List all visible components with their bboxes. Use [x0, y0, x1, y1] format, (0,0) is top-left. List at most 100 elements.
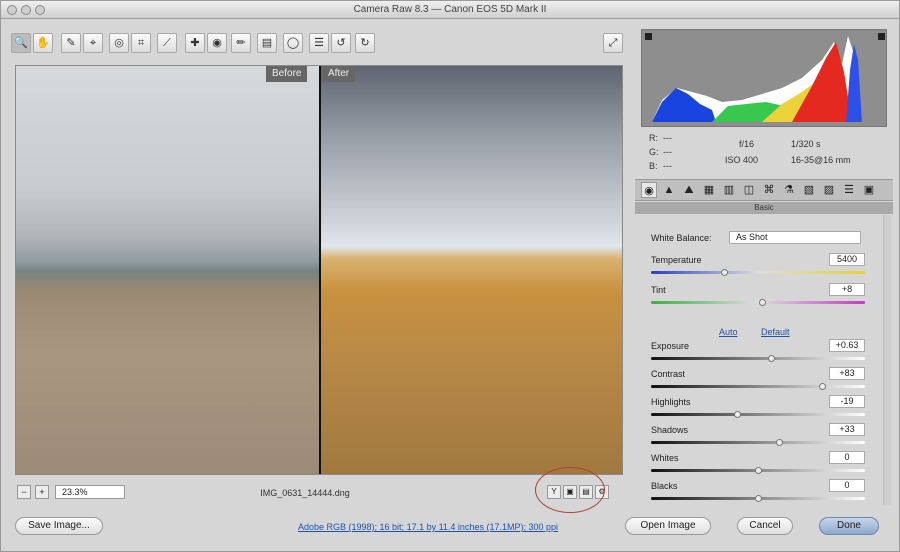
radial-filter-tool[interactable]: ◯ — [283, 33, 303, 53]
b-value: --- — [663, 161, 672, 171]
panel-title: Basic — [635, 202, 893, 214]
exposure-label: Exposure — [651, 341, 690, 351]
histogram-graph — [645, 33, 885, 122]
panel-tab-3[interactable]: ⛰ — [681, 182, 697, 198]
image-preview[interactable]: Before After — [15, 65, 623, 475]
shadows-value-field[interactable]: +33 — [829, 423, 865, 436]
b-label: B: — [649, 161, 658, 171]
open-image-button[interactable]: Open Image — [625, 517, 711, 535]
before-label: Before — [266, 66, 308, 82]
after-label: After — [322, 66, 356, 82]
preferences-tool[interactable]: ☰ — [309, 33, 329, 53]
panel-tab-7[interactable]: ⌘ — [761, 182, 777, 198]
highlights-slider-thumb[interactable] — [733, 411, 741, 418]
default-link[interactable]: Default — [761, 327, 790, 337]
shadows-label: Shadows — [651, 425, 689, 435]
cancel-button[interactable]: Cancel — [737, 517, 793, 535]
workflow-options-link[interactable]: Adobe RGB (1998); 16 bit; 17.1 by 11.4 i… — [263, 522, 593, 532]
basic-panel: White Balance: As Shot Auto Default Temp… — [641, 219, 885, 505]
rotate-cw-tool[interactable]: ↻ — [355, 33, 375, 53]
exposure-slider-thumb[interactable] — [767, 355, 775, 362]
shutter-speed: 1/320 s — [791, 139, 821, 149]
iso: ISO 400 — [725, 155, 759, 165]
shadows-slider-track[interactable] — [651, 441, 865, 444]
hand-tool[interactable]: ✋ — [33, 33, 53, 53]
temperature-label: Temperature — [651, 255, 702, 265]
panel-tab-8[interactable]: ⚗ — [781, 182, 797, 198]
file-name: IMG_0631_14444.dng — [260, 488, 350, 498]
panel-tabs: ◉ ▲ ⛰ ▦ ▥ ◫ ⌘ ⚗ ▧ ▨ ☰ ▣ — [635, 179, 893, 201]
auto-link[interactable]: Auto — [719, 327, 738, 337]
highlights-slider-track[interactable] — [651, 413, 865, 416]
zoom-level-select[interactable]: 23.3% — [55, 485, 125, 499]
blacks-value-field[interactable]: 0 — [829, 479, 865, 492]
exif-info: R: --- G: --- B: --- f/16 1/320 s ISO 40… — [641, 129, 887, 175]
white-balance-tool[interactable]: ✎ — [61, 33, 81, 53]
title-bar: Camera Raw 8.3 — Canon EOS 5D Mark II — [1, 1, 899, 19]
blacks-slider-thumb[interactable] — [755, 495, 762, 502]
zoom-out-button[interactable]: − — [17, 485, 31, 499]
spot-removal-tool[interactable]: ✚ — [185, 33, 205, 53]
panel-tab-11[interactable]: ☰ — [841, 182, 857, 198]
before-image — [16, 66, 319, 474]
straighten-tool[interactable]: ⟋ — [157, 33, 177, 53]
crop-tool[interactable]: ⌗ — [131, 33, 151, 53]
contrast-slider-track[interactable] — [651, 385, 865, 388]
exposure-value-field[interactable]: +0.63 — [829, 339, 865, 352]
histogram — [641, 29, 887, 127]
temperature-value-field[interactable]: 5400 — [829, 253, 865, 266]
panel-tab-12[interactable]: ▣ — [861, 182, 877, 198]
tint-slider-track[interactable] — [651, 301, 865, 304]
red-eye-tool[interactable]: ◉ — [207, 33, 227, 53]
panel-tab-6[interactable]: ◫ — [741, 182, 757, 198]
panel-scrollbar[interactable] — [883, 215, 891, 505]
whites-value-field[interactable]: 0 — [829, 451, 865, 464]
whites-slider-thumb[interactable] — [755, 467, 762, 474]
graduated-filter-tool[interactable]: ▤ — [257, 33, 277, 53]
tool-bar: 🔍 ✋ ✎ ⌖ ◎ ⌗ ⟋ ✚ ◉ ✏ ▤ ◯ ☰ ↺ ↻ — [11, 33, 627, 55]
before-after-divider — [319, 66, 321, 474]
temperature-slider-thumb[interactable] — [720, 269, 728, 276]
highlight-circle — [535, 467, 605, 513]
after-image — [321, 66, 622, 474]
rotate-ccw-tool[interactable]: ↺ — [331, 33, 351, 53]
adjustment-brush-tool[interactable]: ✏ — [231, 33, 251, 53]
r-value: --- — [663, 133, 672, 143]
shadow-clipping-warning-icon[interactable] — [645, 33, 652, 40]
fullscreen-button[interactable]: ⤢ — [603, 33, 623, 53]
panel-tab-2[interactable]: ▲ — [661, 182, 677, 198]
temperature-slider-track[interactable] — [651, 271, 865, 274]
contrast-value-field[interactable]: +83 — [829, 367, 865, 380]
aperture: f/16 — [739, 139, 755, 149]
tint-value-field[interactable]: +8 — [829, 283, 865, 296]
panel-tab-10[interactable]: ▨ — [821, 182, 837, 198]
panel-tab-1[interactable]: ◉ — [641, 182, 657, 198]
white-balance-label: White Balance: — [651, 233, 712, 243]
done-button[interactable]: Done — [819, 517, 879, 535]
shadows-slider-thumb[interactable] — [776, 439, 784, 446]
panel-tab-5[interactable]: ▥ — [721, 182, 737, 198]
g-value: --- — [663, 147, 672, 157]
highlights-label: Highlights — [651, 397, 691, 407]
panel-tab-4[interactable]: ▦ — [701, 182, 717, 198]
color-sampler-tool[interactable]: ⌖ — [83, 33, 103, 53]
exposure-slider-track[interactable] — [651, 357, 865, 360]
targeted-adjustment-tool[interactable]: ◎ — [109, 33, 129, 53]
highlights-value-field[interactable]: -19 — [829, 395, 865, 408]
camera-raw-window: Camera Raw 8.3 — Canon EOS 5D Mark II 🔍 ✋… — [0, 0, 900, 552]
white-balance-select[interactable]: As Shot — [729, 231, 861, 244]
contrast-slider-thumb[interactable] — [819, 383, 827, 390]
save-image-button[interactable]: Save Image... — [15, 517, 103, 535]
zoom-tool[interactable]: 🔍 — [11, 33, 31, 53]
tint-slider-thumb[interactable] — [759, 299, 767, 306]
panel-tab-9[interactable]: ▧ — [801, 182, 817, 198]
zoom-in-button[interactable]: + — [35, 485, 49, 499]
window-title: Camera Raw 8.3 — Canon EOS 5D Mark II — [353, 4, 547, 15]
bottom-bar: Save Image... Adobe RGB (1998); 16 bit; … — [1, 509, 899, 551]
highlight-clipping-warning-icon[interactable] — [878, 33, 885, 40]
blacks-label: Blacks — [651, 481, 678, 491]
whites-label: Whites — [651, 453, 679, 463]
preview-status-bar: − + 23.3% IMG_0631_14444.dng Y ▣ ▤ ⚙ — [15, 467, 623, 513]
focal-length: 16-35@16 mm — [791, 155, 851, 165]
contrast-label: Contrast — [651, 369, 686, 379]
